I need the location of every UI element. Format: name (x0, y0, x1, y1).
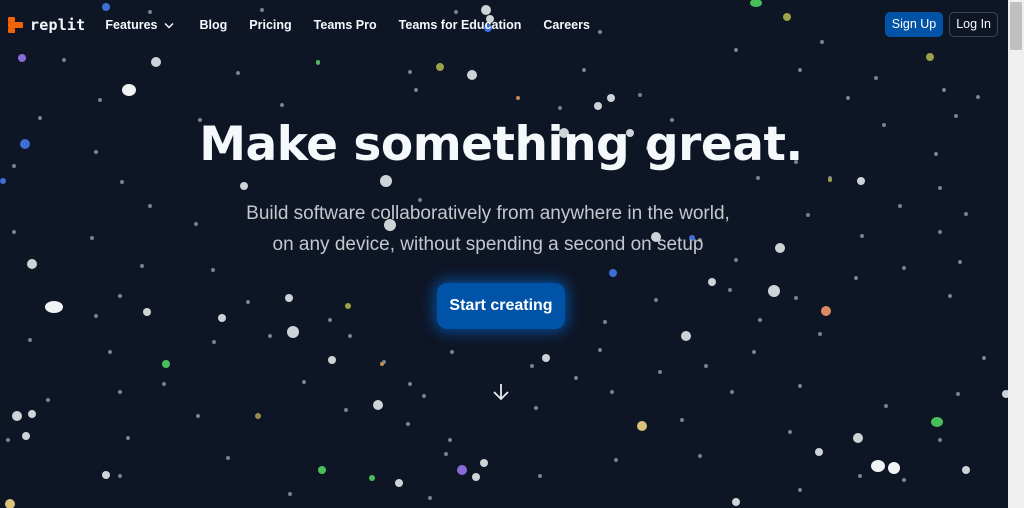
auth-buttons: Sign Up Log In (884, 12, 998, 37)
replit-logo-icon (8, 17, 23, 33)
sign-up-button[interactable]: Sign Up (884, 12, 944, 37)
logo[interactable]: replit (8, 16, 85, 34)
logo-text: replit (30, 16, 86, 34)
arrow-down-icon[interactable] (491, 382, 511, 402)
nav-link-blog[interactable]: Blog (200, 18, 228, 32)
top-navigation: replit Features Blog Pricing Teams Pro T… (0, 0, 1008, 50)
chevron-down-icon (163, 22, 174, 29)
hero-subtitle: Build software collaboratively from anyw… (0, 198, 976, 260)
nav-links: Features Blog Pricing Teams Pro Teams fo… (105, 18, 612, 32)
nav-link-features-label: Features (105, 18, 158, 32)
hero-subtitle-line-2: on any device, without spending a second… (272, 234, 704, 255)
log-in-button[interactable]: Log In (949, 12, 998, 37)
scrollbar-thumb[interactable] (1010, 2, 1022, 50)
nav-link-teams-pro[interactable]: Teams Pro (314, 18, 377, 32)
nav-link-teams-for-education[interactable]: Teams for Education (399, 18, 522, 32)
nav-link-features[interactable]: Features (105, 18, 174, 32)
hero-title: Make something great. (199, 117, 803, 172)
page-scrollbar[interactable] (1008, 0, 1024, 508)
start-creating-button[interactable]: Start creating (437, 283, 565, 329)
hero-subtitle-line-1: Build software collaboratively from anyw… (246, 203, 730, 224)
nav-link-careers[interactable]: Careers (543, 18, 590, 32)
nav-link-pricing[interactable]: Pricing (249, 18, 291, 32)
